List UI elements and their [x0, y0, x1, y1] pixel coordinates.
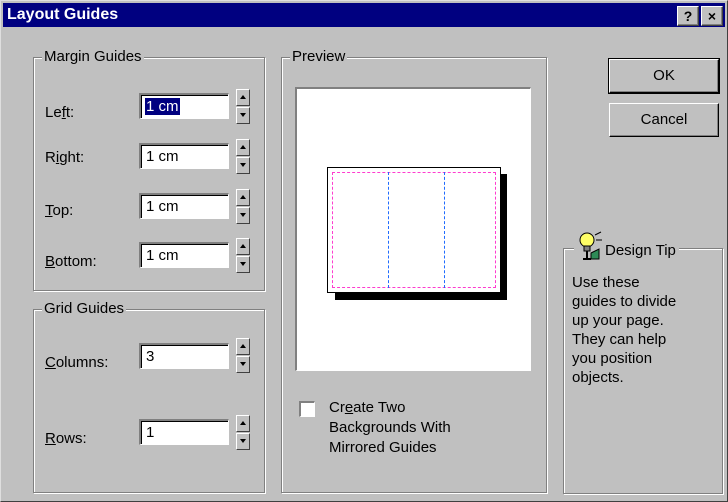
top-label: Top: — [45, 202, 74, 219]
rows-value: 1 — [146, 424, 155, 441]
mirrored-guides-label[interactable]: Create Two Backgrounds With Mirrored Gui… — [329, 398, 509, 458]
design-tip-title: Design Tip — [605, 242, 676, 259]
bottom-margin-value: 1 cm — [146, 247, 179, 264]
margin-guide-outline — [332, 172, 496, 288]
design-tip-header: Design Tip — [574, 231, 679, 261]
left-label: Left: — [45, 104, 75, 121]
help-button[interactable]: ? — [677, 6, 699, 26]
rows-increment[interactable] — [236, 415, 250, 432]
bottom-margin-input[interactable]: 1 cm — [139, 242, 229, 268]
up-arrow-icon — [240, 344, 246, 348]
mirrored-guides-checkbox[interactable] — [299, 401, 315, 417]
up-arrow-icon — [240, 145, 246, 149]
down-arrow-icon — [240, 163, 246, 167]
title-bar[interactable]: Layout Guides ? × — [3, 3, 725, 27]
ok-button[interactable]: OK — [608, 58, 720, 94]
right-margin-input[interactable]: 1 cm — [139, 143, 229, 169]
top-margin-value: 1 cm — [146, 198, 179, 215]
design-tip-text: Use these guides to divide up your page.… — [572, 274, 677, 386]
up-arrow-icon — [240, 195, 246, 199]
up-arrow-icon — [240, 244, 246, 248]
top-margin-decrement[interactable] — [236, 207, 250, 224]
top-margin-increment[interactable] — [236, 189, 250, 206]
preview-title: Preview — [290, 48, 348, 65]
right-margin-increment[interactable] — [236, 139, 250, 156]
down-arrow-icon — [240, 439, 246, 443]
margin-guides-title: Margin Guides — [42, 48, 144, 65]
left-margin-increment[interactable] — [236, 89, 250, 106]
left-margin-input[interactable]: 1 cm — [139, 93, 229, 119]
down-arrow-icon — [240, 213, 246, 217]
rows-stepper[interactable] — [236, 415, 250, 451]
bottom-margin-increment[interactable] — [236, 238, 250, 255]
columns-input[interactable]: 3 — [139, 343, 229, 369]
window-title: Layout Guides — [7, 6, 119, 23]
up-arrow-icon — [240, 95, 246, 99]
columns-increment[interactable] — [236, 338, 250, 355]
down-arrow-icon — [240, 113, 246, 117]
rows-input[interactable]: 1 — [139, 419, 229, 445]
down-arrow-icon — [240, 362, 246, 366]
grid-guides-group: Grid Guides — [33, 300, 265, 493]
column-guide-1 — [388, 172, 389, 288]
columns-label: Columns: — [45, 354, 109, 371]
bottom-margin-stepper[interactable] — [236, 238, 250, 274]
right-label: Right: — [45, 149, 85, 166]
bottom-margin-decrement[interactable] — [236, 256, 250, 273]
rows-decrement[interactable] — [236, 433, 250, 450]
right-margin-stepper[interactable] — [236, 139, 250, 175]
light-bulb-icon — [577, 231, 603, 261]
left-margin-decrement[interactable] — [236, 107, 250, 124]
down-arrow-icon — [240, 262, 246, 266]
right-margin-decrement[interactable] — [236, 157, 250, 174]
close-button[interactable]: × — [701, 6, 723, 26]
columns-stepper[interactable] — [236, 338, 250, 374]
up-arrow-icon — [240, 421, 246, 425]
rows-label: Rows: — [45, 430, 87, 447]
left-margin-stepper[interactable] — [236, 89, 250, 125]
grid-guides-title: Grid Guides — [42, 300, 127, 317]
layout-guides-dialog: Layout Guides ? × Margin Guides Left: 1 … — [0, 0, 728, 502]
column-guide-2 — [444, 172, 445, 288]
columns-decrement[interactable] — [236, 356, 250, 373]
top-margin-input[interactable]: 1 cm — [139, 193, 229, 219]
columns-value: 3 — [146, 348, 155, 365]
cancel-button[interactable]: Cancel — [609, 103, 719, 137]
top-margin-stepper[interactable] — [236, 189, 250, 225]
right-margin-value: 1 cm — [146, 148, 179, 165]
preview-page — [327, 167, 501, 293]
design-tip-panel: Design Tip Use these guides to divide up… — [563, 231, 723, 494]
left-margin-value: 1 cm — [145, 98, 180, 115]
bottom-label: Bottom: — [45, 253, 97, 270]
